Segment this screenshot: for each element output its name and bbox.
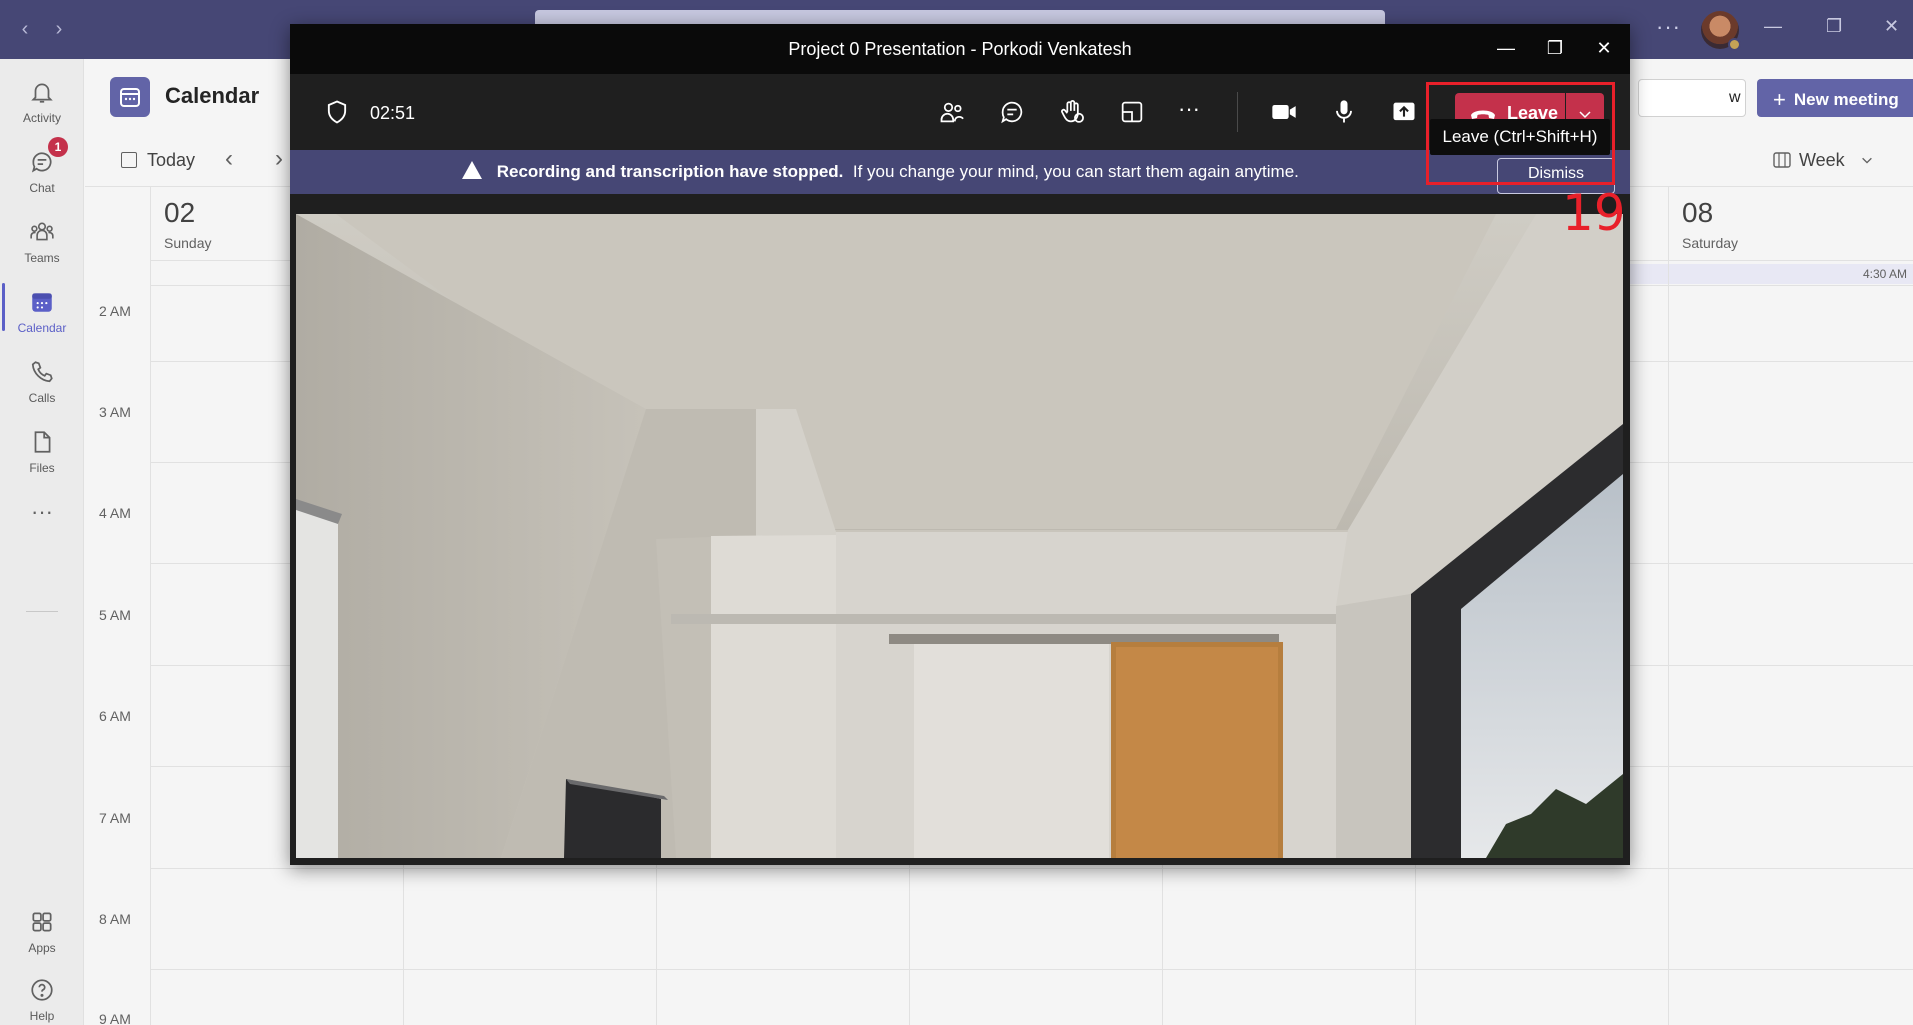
minimize-icon[interactable]: — [1764, 16, 1782, 37]
today-label: Today [147, 150, 196, 170]
calendar-icon [32, 293, 52, 312]
rail-item-label: Teams [24, 251, 60, 265]
bell-icon [31, 83, 53, 103]
more-actions-icon[interactable]: ··· [1178, 96, 1206, 124]
allday-event[interactable]: 4:30 AM [1630, 264, 1913, 284]
day-header[interactable]: 08 Saturday [1668, 187, 1913, 260]
rail-item-calls[interactable]: Calls [0, 347, 84, 407]
new-meeting-label: New meeting [1793, 90, 1899, 109]
highlight-box [1426, 82, 1615, 185]
close-icon[interactable]: ✕ [1584, 24, 1624, 72]
rail-item-label: Files [29, 461, 55, 475]
camera-view [296, 214, 1623, 858]
rail-item-files[interactable]: Files [0, 417, 84, 477]
microphone-icon[interactable] [1330, 98, 1358, 126]
rail-item-chat[interactable]: Chat [0, 137, 84, 197]
page-title: Calendar [165, 83, 260, 108]
chat-icon[interactable] [998, 98, 1026, 126]
time-label: 4 AM [99, 505, 131, 521]
meeting-title-bar: Project 0 Presentation - Porkodi Venkate… [290, 24, 1630, 74]
grid-line [1668, 187, 1669, 1025]
forward-arrow-icon[interactable]: › [48, 18, 70, 40]
next-week-icon[interactable]: › [275, 145, 283, 173]
rooms-icon[interactable] [1118, 98, 1146, 126]
teams-icon [30, 222, 54, 241]
calendar-app-icon [110, 77, 150, 117]
rail-item-label: Activity [22, 111, 61, 125]
step-number: 19 [1562, 184, 1626, 242]
restore-icon[interactable]: ❐ [1826, 16, 1842, 37]
banner-message: If you change your mind, you can start t… [852, 162, 1299, 181]
share-screen-icon[interactable] [1390, 98, 1418, 126]
week-view-icon [1773, 152, 1791, 168]
time-label: 3 AM [99, 404, 131, 420]
more-options-icon[interactable]: ··· [1656, 14, 1681, 40]
time-label: 2 AM [99, 303, 131, 319]
meeting-timer: 02:51 [370, 103, 416, 123]
banner-title: Recording and transcription have stopped… [496, 162, 844, 181]
back-arrow-icon[interactable]: ‹ [14, 18, 36, 40]
phone-icon [31, 361, 53, 383]
shield-icon[interactable] [323, 98, 351, 126]
time-label: 7 AM [99, 810, 131, 826]
day-name: Sunday [164, 235, 212, 251]
rail-item-apps[interactable]: Apps [0, 897, 84, 957]
grid-line [150, 187, 151, 1025]
close-icon[interactable]: ✕ [1884, 16, 1899, 37]
time-label: 9 AM [99, 1011, 131, 1025]
grid-line [150, 868, 1913, 869]
meet-now-button[interactable]: w [1638, 79, 1746, 117]
time-label: 6 AM [99, 708, 131, 724]
rail-item-label: Chat [29, 181, 55, 195]
minimize-icon[interactable]: — [1486, 24, 1526, 72]
people-icon[interactable] [938, 98, 966, 126]
maximize-icon[interactable]: ❐ [1535, 24, 1575, 72]
calendar-today-icon [121, 152, 137, 168]
day-number: 08 [1682, 197, 1714, 228]
camera-icon[interactable] [1270, 98, 1298, 126]
app-rail: Activity Chat 1 Teams Calendar Calls Fil… [0, 59, 84, 1025]
time-label: 8 AM [99, 911, 131, 927]
time-label: 5 AM [99, 607, 131, 623]
meeting-window: Project 0 Presentation - Porkodi Venkate… [290, 24, 1630, 865]
rail-item-label: Calls [28, 391, 56, 405]
raise-hand-icon[interactable] [1058, 98, 1086, 126]
plus-icon: + [1773, 87, 1786, 112]
previous-week-icon[interactable]: ‹ [225, 145, 233, 173]
avatar[interactable] [1701, 11, 1741, 51]
toolbar-divider [1237, 92, 1238, 132]
rail-item-label: Calendar [17, 321, 67, 335]
rail-divider [26, 611, 58, 612]
rail-item-label: Apps [28, 941, 56, 955]
file-icon [34, 431, 51, 453]
video-feed [296, 214, 1623, 858]
presence-status-icon [1728, 38, 1741, 51]
today-button[interactable]: Today [121, 150, 195, 171]
help-icon [31, 979, 53, 1001]
chevron-down-icon [1861, 157, 1872, 164]
rail-item-label: Help [29, 1009, 55, 1023]
rail-item-calendar[interactable]: Calendar [0, 277, 84, 337]
apps-icon [32, 912, 52, 932]
view-label: Week [1799, 150, 1845, 170]
day-number: 02 [164, 197, 196, 228]
view-selector[interactable]: Week [1773, 150, 1874, 171]
rail-item-help[interactable]: Help [0, 965, 84, 1025]
day-name: Saturday [1682, 235, 1739, 251]
rail-item-teams[interactable]: Teams [0, 207, 84, 267]
more-apps-icon[interactable]: ··· [0, 487, 84, 547]
grid-line [150, 969, 1913, 970]
new-meeting-button[interactable]: + New meeting [1757, 79, 1913, 117]
rail-item-activity[interactable]: Activity [0, 67, 84, 127]
warning-icon [462, 161, 482, 179]
meeting-window-title: Project 0 Presentation - Porkodi Venkate… [788, 39, 1132, 59]
unread-badge: 1 [48, 137, 68, 157]
